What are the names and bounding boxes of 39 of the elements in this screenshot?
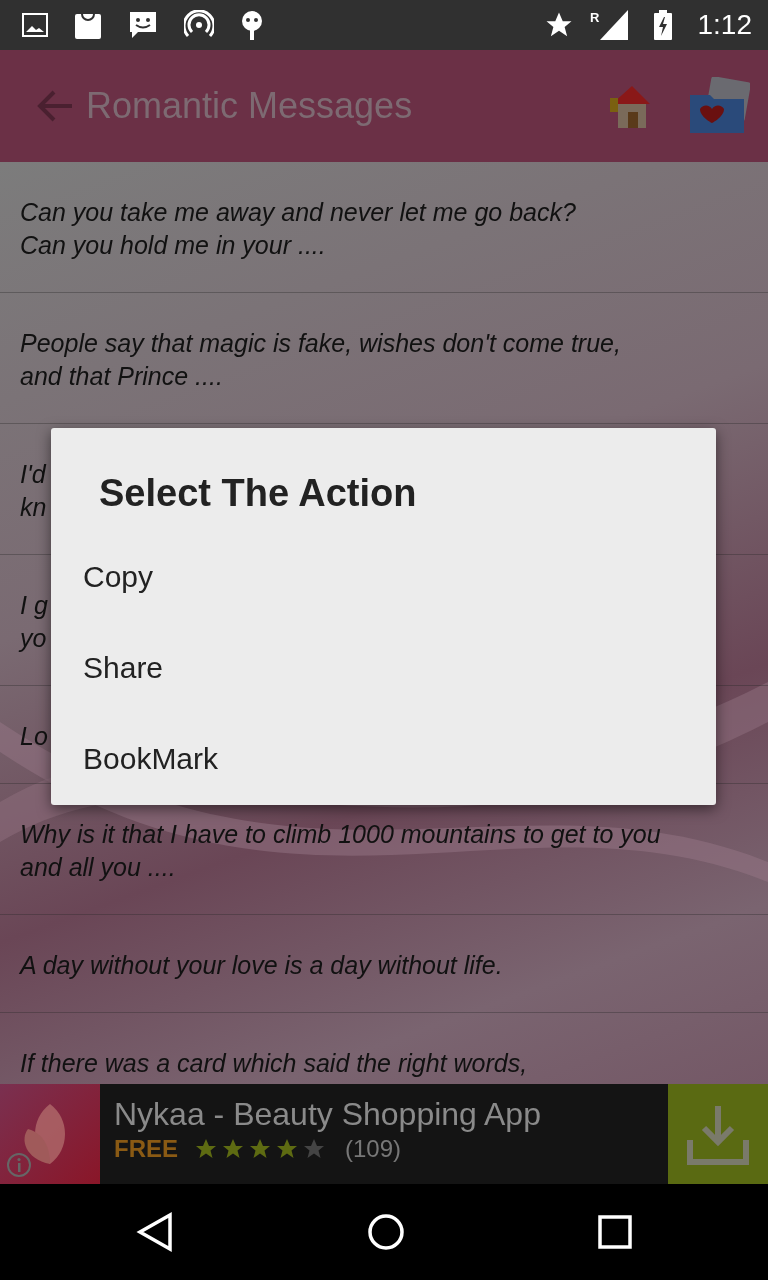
message-text: I g [20,590,48,621]
ad-price: FREE [114,1135,178,1163]
message-text: Can you hold me in your .... [20,230,326,261]
dialog-option[interactable]: Copy [51,531,716,623]
download-button[interactable] [668,1084,768,1184]
folder-heart-icon[interactable] [688,77,750,135]
message-text: A day without your love is a day without life. [20,950,503,981]
dialog-title: Select The Action [99,472,418,515]
dialog-option[interactable]: Share [51,622,716,714]
robot-icon [240,9,264,41]
message-text: I'd [20,459,46,490]
message-row[interactable]: Can you take me away and never let me go back? Can you hold me in your .... [0,162,768,293]
message-text: Can you take me away and never let me go back? [20,197,576,228]
back-button[interactable] [36,89,74,123]
signal-icon [599,10,628,40]
info-icon[interactable] [6,1152,32,1178]
message-text: Why is it that I have to climb 1000 mountains to get to you [20,819,661,850]
message-text: People say that magic is fake, wishes don't come true, [20,328,621,359]
message-row[interactable]: A day without your love is a day without life. [0,915,768,1013]
message-text: kn [20,492,47,523]
app-logo[interactable] [0,1084,100,1184]
message-text: If there was a card which said the right words, [20,1048,528,1079]
home-nav-button[interactable] [367,1213,405,1251]
review-count: (109) [345,1135,402,1163]
message-text: Lo [20,721,48,752]
battery-icon [653,10,672,40]
recents-nav-button[interactable] [597,1215,632,1249]
ad-app-name[interactable]: Nykaa - Beauty Shopping App [114,1096,668,1133]
back-nav-button[interactable] [136,1212,175,1252]
roaming-indicator: R [590,10,600,25]
message-text: and that Prince .... [20,361,223,392]
message-text: yo [20,623,47,654]
clock-time: 1:12 [697,9,752,41]
message-row[interactable]: People say that magic is fake, wishes don't come true, and that Prince .... [0,293,768,424]
image-icon [22,13,48,37]
screen-title: Romantic Messages [86,85,414,127]
hotspot-icon [184,10,214,40]
message-text: and all you .... [20,852,176,883]
chat-icon [128,10,158,40]
